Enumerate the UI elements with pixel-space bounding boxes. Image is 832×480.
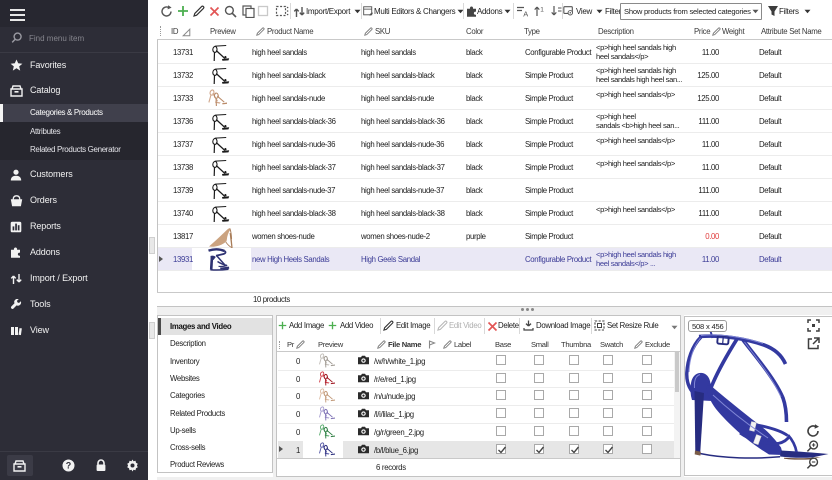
svg-text:A: A [523,9,528,17]
svg-text:?: ? [66,461,72,471]
svg-text:1: 1 [540,7,544,14]
